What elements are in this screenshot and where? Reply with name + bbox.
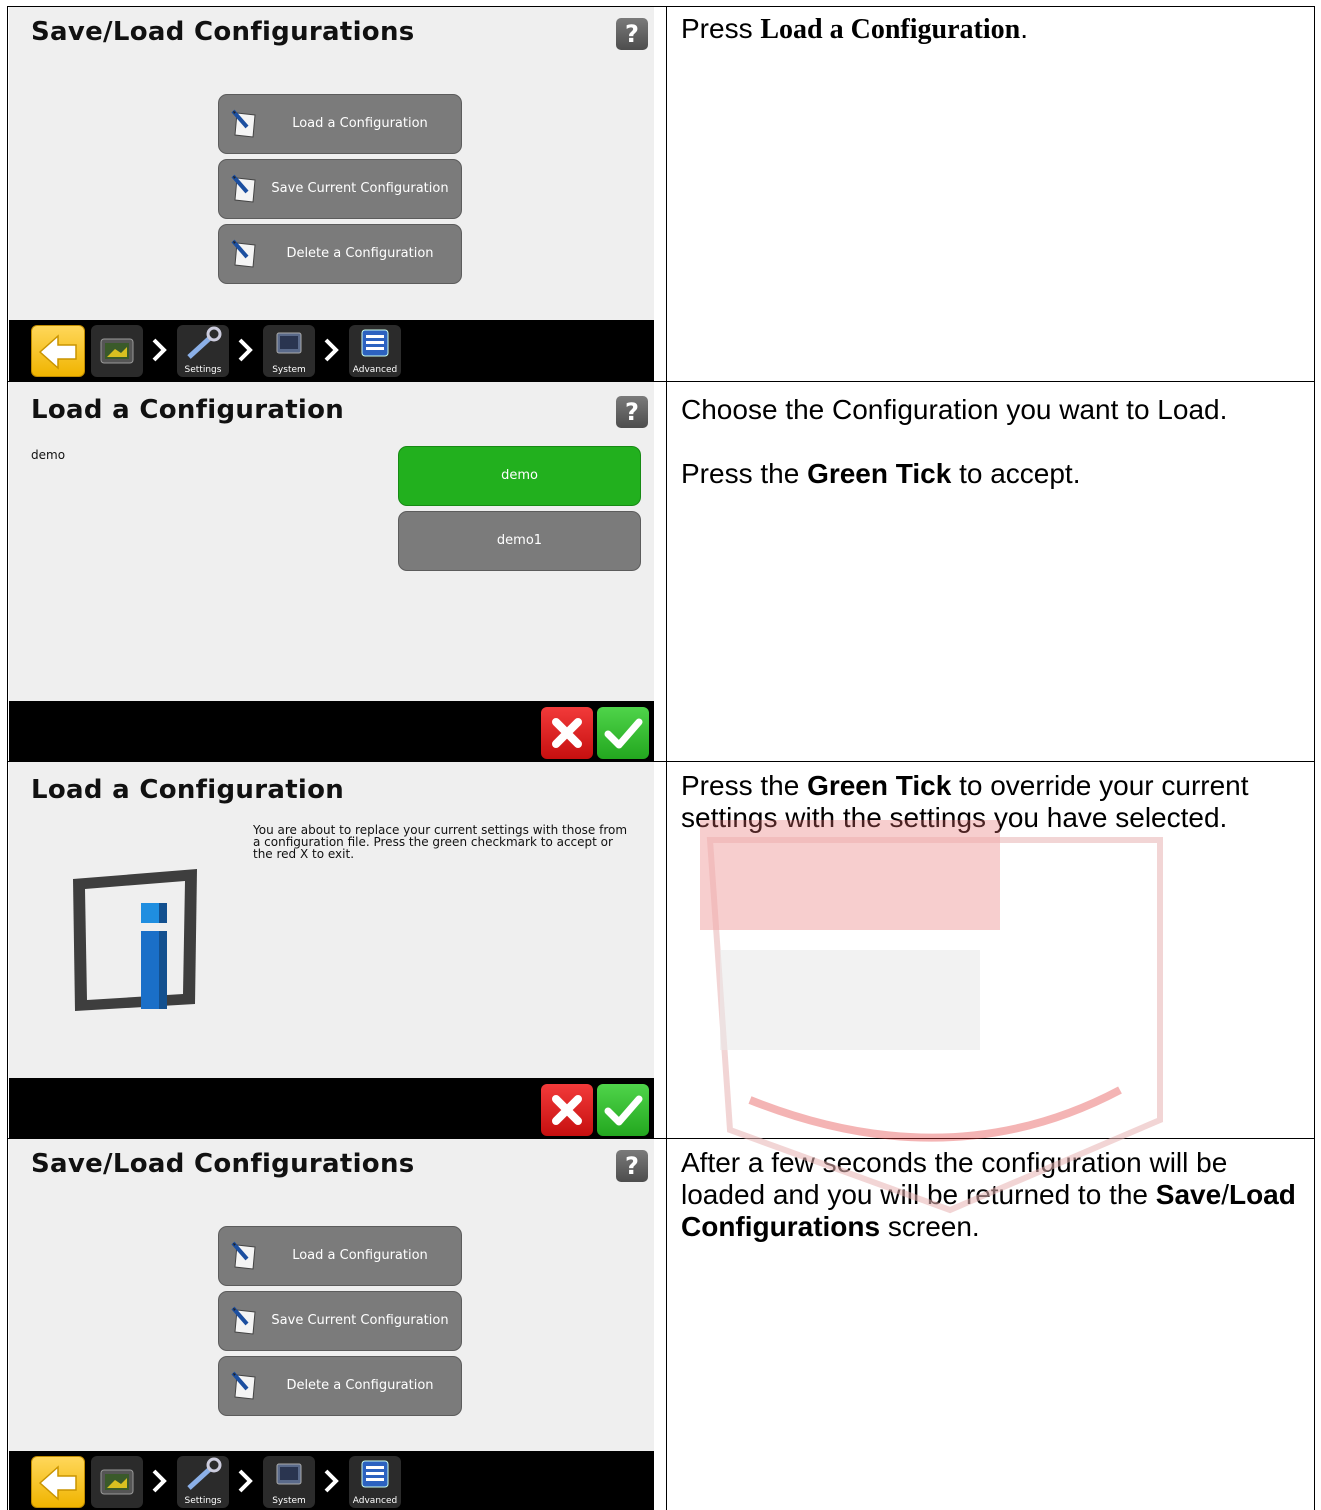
table-row: Load a Configuration ? demo demo demo1 C…: [8, 382, 1314, 762]
crumb-home[interactable]: [91, 1456, 143, 1508]
document-pen-icon: [231, 174, 256, 203]
load-configuration-button[interactable]: Load a Configuration: [218, 94, 462, 154]
cancel-button[interactable]: [541, 1084, 593, 1136]
delete-configuration-button[interactable]: Delete a Configuration: [218, 224, 462, 284]
help-icon[interactable]: ?: [616, 396, 648, 428]
monitor-icon: [276, 1463, 302, 1485]
crumb-home[interactable]: [91, 325, 143, 377]
table-row: Load a Configuration You are about to re…: [8, 762, 1314, 1139]
back-arrow-icon: [38, 334, 77, 370]
monitor-icon: [276, 332, 302, 354]
instruction-text: After a few seconds the configuration wi…: [681, 1147, 1296, 1242]
chevron-right-icon: [152, 1469, 167, 1493]
chevron-right-icon: [238, 1469, 253, 1493]
save-configuration-button[interactable]: Save Current Configuration: [218, 159, 462, 219]
instruction-text: Choose the Configuration you want to Loa…: [681, 394, 1228, 489]
config-option-demo1[interactable]: demo1: [398, 511, 641, 571]
accept-button[interactable]: [597, 707, 649, 759]
button-label: Delete a Configuration: [286, 1378, 434, 1393]
column-divider: [666, 7, 667, 381]
back-button[interactable]: [31, 325, 85, 377]
crumb-advanced[interactable]: Advanced: [349, 325, 401, 377]
document-pen-icon: [231, 109, 256, 138]
current-config-label: demo: [31, 448, 66, 462]
list-icon: [361, 1460, 389, 1488]
document-pen-icon: [231, 1306, 256, 1335]
column-divider: [666, 382, 667, 761]
back-arrow-icon: [38, 1465, 77, 1501]
button-label: Save Current Configuration: [271, 1313, 449, 1328]
accept-button[interactable]: [597, 1084, 649, 1136]
delete-configuration-button[interactable]: Delete a Configuration: [218, 1356, 462, 1416]
display-icon: [100, 338, 134, 364]
display-icon: [100, 1469, 134, 1495]
x-icon: [552, 1095, 582, 1125]
crumb-settings[interactable]: Settings: [177, 1456, 229, 1508]
document-pen-icon: [231, 1241, 256, 1270]
list-icon: [361, 329, 389, 357]
instruction-text: Press the Green Tick to override your cu…: [681, 770, 1249, 833]
checkmark-icon: [604, 718, 643, 749]
action-bar: [9, 1078, 654, 1138]
config-option-demo[interactable]: demo: [398, 446, 641, 506]
document-table: Save/Load Configurations ? Load a Config…: [7, 6, 1315, 1510]
document-pen-icon: [231, 1371, 256, 1400]
navigation-bar: Settings System Advanced: [9, 320, 654, 381]
column-divider: [666, 1139, 667, 1510]
info-icon: [73, 869, 197, 1011]
confirmation-message: You are about to replace your current se…: [253, 823, 628, 861]
button-label: Load a Configuration: [292, 116, 428, 131]
help-icon[interactable]: ?: [616, 18, 648, 50]
button-label: Save Current Configuration: [271, 181, 449, 196]
page-title: Save/Load Configurations: [31, 1149, 415, 1179]
button-label: Load a Configuration: [292, 1248, 428, 1263]
back-button[interactable]: [31, 1456, 85, 1508]
action-bar: [9, 701, 654, 761]
wrench-icon: [187, 1457, 222, 1490]
save-configuration-button[interactable]: Save Current Configuration: [218, 1291, 462, 1351]
table-row: Save/Load Configurations ? Load a Config…: [8, 7, 1314, 382]
instruction-text: Press Load a Configuration.: [681, 13, 1028, 45]
navigation-bar: Settings System Advanced: [9, 1451, 654, 1510]
cancel-button[interactable]: [541, 707, 593, 759]
page-title: Load a Configuration: [31, 395, 345, 425]
chevron-right-icon: [324, 1469, 339, 1493]
help-icon[interactable]: ?: [616, 1150, 648, 1182]
document-pen-icon: [231, 239, 256, 268]
crumb-advanced[interactable]: Advanced: [349, 1456, 401, 1508]
crumb-settings[interactable]: Settings: [177, 325, 229, 377]
chevron-right-icon: [238, 338, 253, 362]
screen-save-load: Save/Load Configurations ? Load a Config…: [9, 1139, 654, 1510]
table-row: Save/Load Configurations ? Load a Config…: [8, 1139, 1314, 1510]
x-icon: [552, 718, 582, 748]
button-label: Delete a Configuration: [286, 246, 434, 261]
load-configuration-button[interactable]: Load a Configuration: [218, 1226, 462, 1286]
crumb-system[interactable]: System: [263, 325, 315, 377]
crumb-system[interactable]: System: [263, 1456, 315, 1508]
chevron-right-icon: [152, 338, 167, 362]
wrench-icon: [187, 326, 222, 359]
page-title: Load a Configuration: [31, 775, 345, 805]
screen-load-confirm: Load a Configuration You are about to re…: [9, 762, 654, 1138]
chevron-right-icon: [324, 338, 339, 362]
page-title: Save/Load Configurations: [31, 17, 415, 47]
column-divider: [666, 762, 667, 1138]
checkmark-icon: [604, 1095, 643, 1126]
screen-save-load: Save/Load Configurations ? Load a Config…: [9, 7, 654, 381]
screen-load-configuration: Load a Configuration ? demo demo demo1: [9, 382, 654, 761]
